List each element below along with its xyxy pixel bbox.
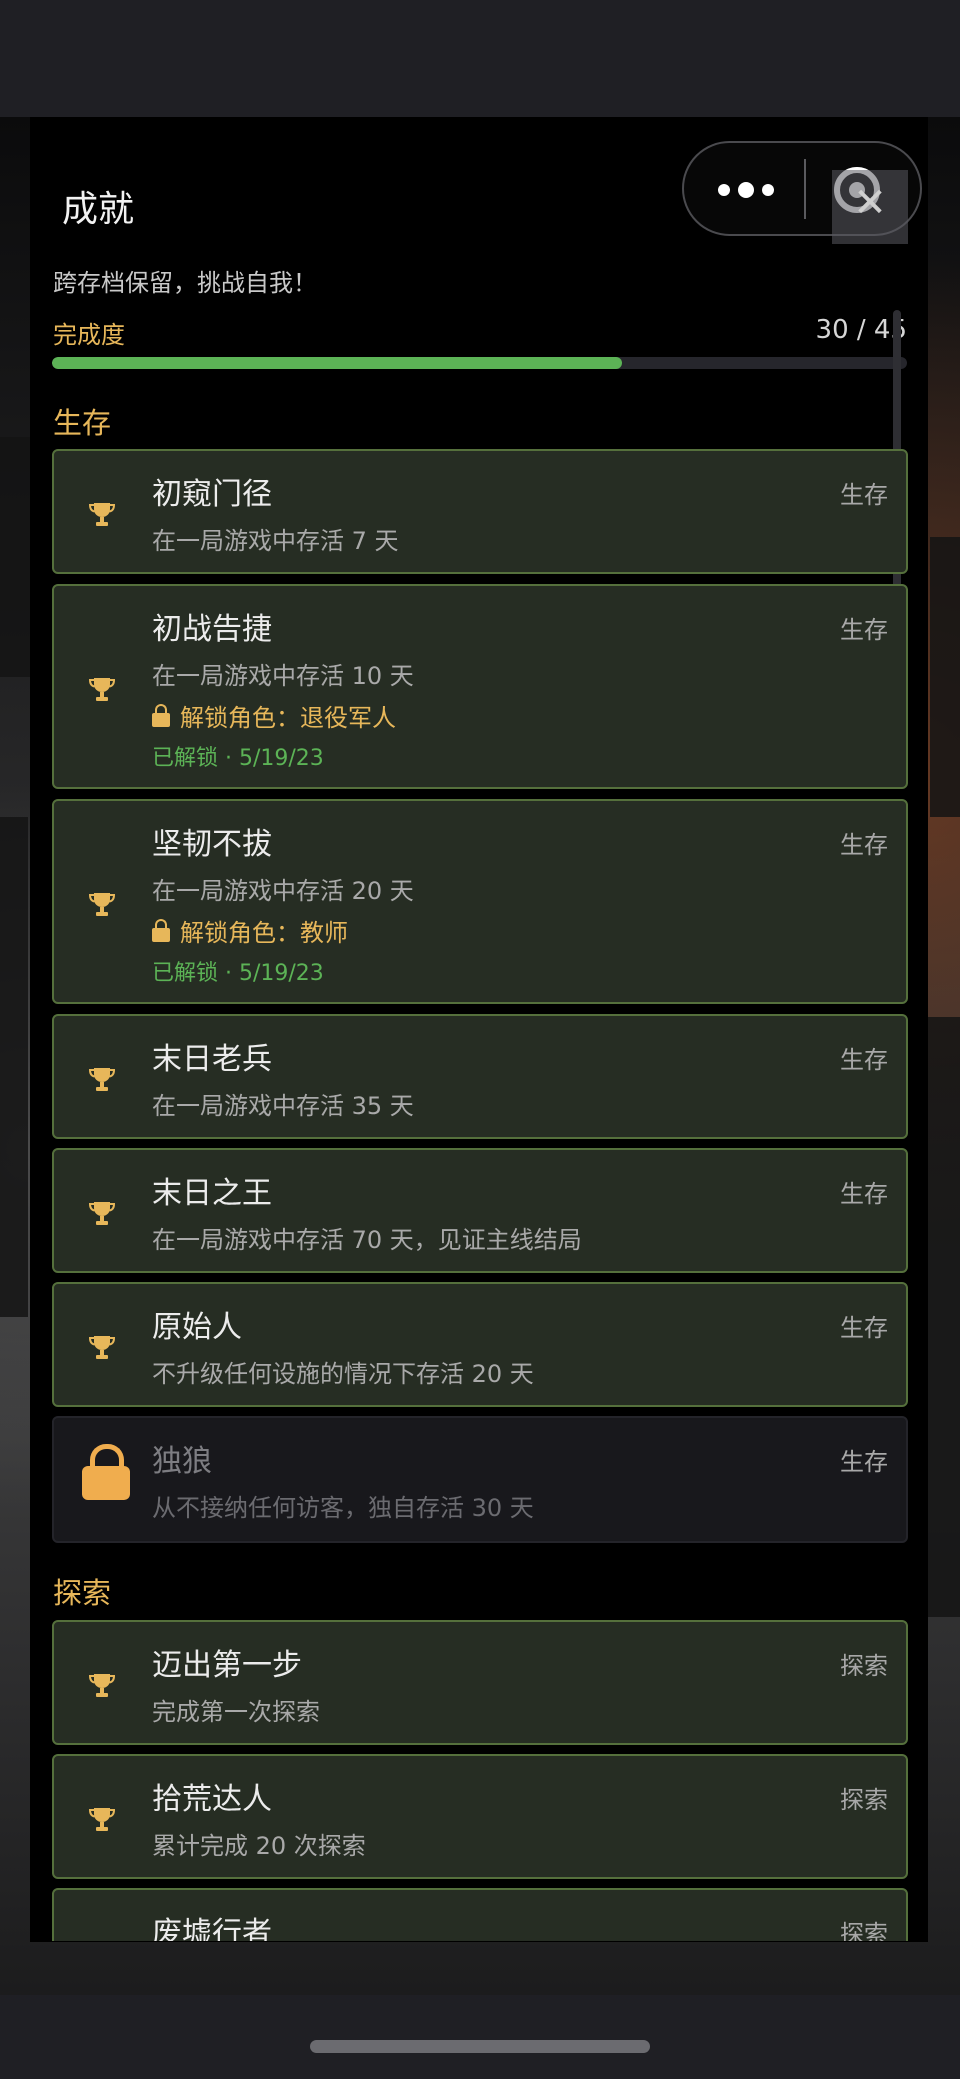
achievement-name: 末日之王 [152,1176,272,1211]
achievement-card[interactable]: 末日之王 生存 在一局游戏中存活 70 天，见证主线结局 [52,1148,908,1273]
achievement-name: 独狼 [152,1444,212,1479]
achievement-category: 探索 [840,1920,888,1941]
trophy-icon [88,1202,116,1225]
achievement-name: 拾荒达人 [152,1782,272,1817]
bottom-bar-area [0,1995,960,2079]
home-indicator[interactable] [310,2040,650,2053]
page-subtitle: 跨存档保留，挑战自我！ [53,269,317,297]
achievement-name: 初战告捷 [152,612,272,647]
achievement-reward: 解锁角色：教师 [152,913,348,948]
achievement-card[interactable]: 原始人 生存 不升级任何设施的情况下存活 20 天 [52,1282,908,1407]
achievement-name: 初窥门径 [152,477,272,512]
page-title: 成就 [62,189,135,230]
trophy-icon [88,1674,116,1697]
trophy-icon [88,1336,116,1359]
achievement-card[interactable]: 废墟行者 探索 [52,1888,908,1941]
achievement-card[interactable]: 末日老兵 生存 在一局游戏中存活 35 天 [52,1014,908,1139]
achievement-category: 生存 [840,481,888,509]
status-bar-area [0,0,960,117]
achievement-card[interactable]: 初窥门径 生存 在一局游戏中存活 7 天 [52,449,908,574]
achievement-card[interactable]: 迈出第一步 探索 完成第一次探索 [52,1620,908,1745]
achievement-card-locked[interactable]: 独狼 生存 从不接纳任何访客，独自存活 30 天 [52,1416,908,1543]
reward-text: 解锁角色：退役军人 [180,704,396,732]
achievement-category: 生存 [840,831,888,859]
achievement-description: 从不接纳任何访客，独自存活 30 天 [152,1494,534,1522]
section-title-survival: 生存 [53,406,112,440]
padlock-icon [152,704,170,727]
achievement-description: 在一局游戏中存活 70 天，见证主线结局 [152,1226,582,1254]
achievement-name: 末日老兵 [152,1042,272,1077]
trophy-icon [88,1068,116,1091]
padlock-icon [82,1444,130,1500]
trophy-icon [88,678,116,701]
achievement-description: 不升级任何设施的情况下存活 20 天 [152,1360,534,1388]
progress-label: 完成度 [53,321,125,349]
achievement-description: 在一局游戏中存活 35 天 [152,1092,414,1120]
more-dots-icon[interactable] [718,181,778,198]
trophy-icon [88,503,116,526]
close-icon: ✕ [853,180,887,226]
achievement-description: 完成第一次探索 [152,1698,320,1726]
achievement-description: 在一局游戏中存活 7 天 [152,527,399,555]
achievement-category: 生存 [840,616,888,644]
trophy-icon [88,1808,116,1831]
achievement-category: 生存 [840,1314,888,1342]
achievement-category: 生存 [840,1046,888,1074]
achievement-name: 废墟行者 [152,1916,272,1941]
progress-bar-fill [52,357,622,369]
achievement-list[interactable]: 初窥门径 生存 在一局游戏中存活 7 天 初战告捷 生存 在一局游戏中存活 10… [52,445,908,1941]
achievement-name: 坚韧不拔 [152,827,272,862]
achievement-category: 探索 [840,1652,888,1680]
achievement-reward: 解锁角色：退役军人 [152,698,396,733]
capsule-divider [804,159,806,219]
padlock-icon [152,919,170,942]
close-button[interactable]: ✕ [832,170,908,244]
trophy-icon [88,893,116,916]
achievement-description: 在一局游戏中存活 20 天 [152,877,414,905]
achievement-name: 原始人 [152,1310,242,1345]
achievement-card[interactable]: 拾荒达人 探索 累计完成 20 次探索 [52,1754,908,1879]
achievement-category: 生存 [840,1180,888,1208]
reward-text: 解锁角色：教师 [180,919,348,947]
achievement-name: 迈出第一步 [152,1648,302,1683]
achievement-category: 生存 [840,1448,888,1476]
achievement-card[interactable]: 坚韧不拔 生存 在一局游戏中存活 20 天 解锁角色：教师 已解锁 · 5/19… [52,799,908,1004]
trophy-icon [87,1938,117,1941]
unlocked-status: 已解锁 · 5/19/23 [152,961,324,986]
achievement-card[interactable]: 初战告捷 生存 在一局游戏中存活 10 天 解锁角色：退役军人 已解锁 · 5/… [52,584,908,789]
achievement-category: 探索 [840,1786,888,1814]
unlocked-status: 已解锁 · 5/19/23 [152,746,324,771]
achievement-description: 累计完成 20 次探索 [152,1832,366,1860]
progress-bar [52,357,907,369]
achievement-description: 在一局游戏中存活 10 天 [152,662,414,690]
